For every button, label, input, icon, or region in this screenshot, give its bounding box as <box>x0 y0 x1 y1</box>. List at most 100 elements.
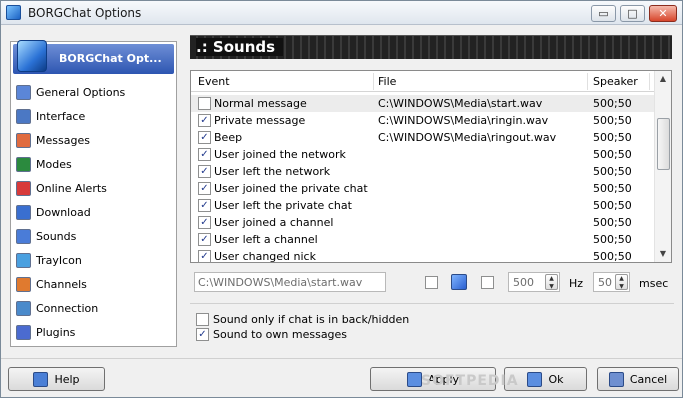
row-checkbox[interactable]: ✓ <box>198 165 211 178</box>
row-checkbox[interactable] <box>198 97 211 110</box>
sidebar-item-trayicon[interactable]: TrayIcon <box>16 248 176 272</box>
event-cell: User joined a channel <box>214 216 334 229</box>
plugins-icon <box>16 324 31 340</box>
msec-value: 50 <box>598 276 612 289</box>
table-row[interactable]: ✓ User joined a channel 500;50 <box>191 214 654 231</box>
column-separator[interactable] <box>587 73 588 90</box>
sidebar-item-sounds[interactable]: Sounds <box>16 224 176 248</box>
sound-own-option[interactable]: ✓ Sound to own messages <box>196 326 347 342</box>
column-separator[interactable] <box>373 73 374 90</box>
table-row[interactable]: ✓ Private message C:\WINDOWS\Media\ringin.… <box>191 112 654 129</box>
hz-unit-label: Hz <box>569 277 584 290</box>
speaker-cell: 500;50 <box>593 131 632 144</box>
sidebar-item-channels[interactable]: Channels <box>16 272 176 296</box>
sidebar-item-interface[interactable]: Interface <box>16 104 176 128</box>
gear-icon <box>16 84 31 100</box>
scroll-up-arrow-icon[interactable]: ▲ <box>655 71 671 87</box>
file-cell: C:\WINDOWS\Media\ringin.wav <box>378 114 549 127</box>
table-row[interactable]: ✓ User left the private chat 500;50 <box>191 197 654 214</box>
table-row[interactable]: ✓ User joined the network 500;50 <box>191 146 654 163</box>
sound-only-back-label: Sound only if chat is in back/hidden <box>213 312 410 326</box>
speaker-cell: 500;50 <box>593 216 632 229</box>
sidebar-item-connection[interactable]: Connection <box>16 296 176 320</box>
table-row[interactable]: ✓ Beep C:\WINDOWS\Media\ringout.wav 500;50 <box>191 129 654 146</box>
sound-only-back-checkbox[interactable] <box>196 312 209 326</box>
use-speaker-checkbox[interactable] <box>481 276 494 289</box>
sidebar-item-label: Online Alerts <box>36 181 107 195</box>
help-icon <box>33 371 49 387</box>
bottom-separator <box>1 358 682 359</box>
row-checkbox[interactable]: ✓ <box>198 250 211 263</box>
row-checkbox[interactable]: ✓ <box>198 114 211 127</box>
speaker-cell: 500;50 <box>593 250 632 263</box>
row-checkbox[interactable]: ✓ <box>198 199 211 212</box>
event-cell: User joined the private chat <box>214 182 368 195</box>
list-body: Normal message C:\WINDOWS\Media\start.wav… <box>191 95 654 265</box>
apply-check-icon <box>406 371 422 387</box>
msec-spin-buttons[interactable]: ▲ ▼ <box>615 274 628 290</box>
column-header-file[interactable]: File <box>378 75 396 88</box>
event-cell: User left a channel <box>214 233 318 246</box>
sound-own-label: Sound to own messages <box>213 327 348 341</box>
sidebar-item-label: Plugins <box>36 325 76 339</box>
sidebar-item-plugins[interactable]: Plugins <box>16 320 176 344</box>
sound-only-back-option[interactable]: Sound only if chat is in back/hidden <box>196 311 409 327</box>
table-row[interactable]: ✓ User joined the private chat 500;50 <box>191 180 654 197</box>
modes-icon <box>16 156 31 172</box>
msec-stepper[interactable]: 50 ▲ ▼ <box>593 272 630 292</box>
sidebar-item-download[interactable]: Download <box>16 200 176 224</box>
cancel-button[interactable]: Cancel <box>597 367 679 391</box>
help-button[interactable]: Help <box>8 367 105 391</box>
sidebar-item-label: TrayIcon <box>36 253 82 267</box>
app-cube-icon <box>6 5 21 20</box>
close-button[interactable]: ✕ <box>649 5 677 22</box>
download-icon <box>16 204 31 220</box>
table-row[interactable]: ✓ User left the network 500;50 <box>191 163 654 180</box>
sounds-event-list[interactable]: Event File Speaker Normal message C:\WIND… <box>190 70 672 263</box>
vertical-scrollbar[interactable]: ▲ ▼ <box>654 71 671 262</box>
sidebar-item-general-options[interactable]: General Options <box>16 80 176 104</box>
options-window: BORGChat Options ▭ □ ✕ BORGChat Opt... G… <box>0 0 683 398</box>
table-row[interactable]: Normal message C:\WINDOWS\Media\start.wav… <box>191 95 654 112</box>
tray-icon <box>16 252 31 268</box>
sound-own-checkbox[interactable]: ✓ <box>196 327 209 341</box>
sound-file-path-field[interactable]: C:\WINDOWS\Media\start.wav <box>194 272 386 292</box>
options-divider <box>190 303 674 304</box>
row-checkbox[interactable]: ✓ <box>198 233 211 246</box>
event-cell: User left the private chat <box>214 199 352 212</box>
row-checkbox[interactable]: ✓ <box>198 182 211 195</box>
alert-icon <box>16 180 31 196</box>
use-file-checkbox[interactable] <box>425 276 438 289</box>
sidebar-item-label: Sounds <box>36 229 77 243</box>
file-cell: C:\WINDOWS\Media\start.wav <box>378 97 543 110</box>
table-row[interactable]: ✓ User left a channel 500;50 <box>191 231 654 248</box>
column-header-event[interactable]: Event <box>198 75 230 88</box>
sidebar-item-messages[interactable]: Messages <box>16 128 176 152</box>
event-cell: Beep <box>214 131 243 144</box>
help-label: Help <box>54 372 80 386</box>
row-checkbox[interactable]: ✓ <box>198 216 211 229</box>
row-checkbox[interactable]: ✓ <box>198 131 211 144</box>
sidebar-item-modes[interactable]: Modes <box>16 152 176 176</box>
scroll-down-arrow-icon[interactable]: ▼ <box>655 246 671 262</box>
window-title: BORGChat Options <box>28 6 142 20</box>
section-title: .: Sounds <box>196 38 284 56</box>
play-sound-button[interactable] <box>451 274 467 290</box>
messages-icon <box>16 132 31 148</box>
scroll-thumb[interactable] <box>657 118 670 170</box>
minimize-button[interactable]: ▭ <box>591 5 616 22</box>
cancel-label: Cancel <box>629 372 668 386</box>
row-checkbox[interactable]: ✓ <box>198 148 211 161</box>
speaker-icon <box>16 228 31 244</box>
sidebar-item-online-alerts[interactable]: Online Alerts <box>16 176 176 200</box>
maximize-button[interactable]: □ <box>620 5 645 22</box>
hz-stepper[interactable]: 500 ▲ ▼ <box>508 272 560 292</box>
column-header-speaker[interactable]: Speaker <box>593 75 638 88</box>
sidebar-item-label: Modes <box>36 157 72 171</box>
title-bar[interactable]: BORGChat Options ▭ □ ✕ <box>1 1 682 25</box>
speaker-cell: 500;50 <box>593 233 632 246</box>
column-separator[interactable] <box>649 73 650 90</box>
hz-spin-buttons[interactable]: ▲ ▼ <box>545 274 558 290</box>
sidebar-header-label: BORGChat Opt... <box>59 52 162 65</box>
table-row[interactable]: ✓ User changed nick 500;50 <box>191 248 654 265</box>
